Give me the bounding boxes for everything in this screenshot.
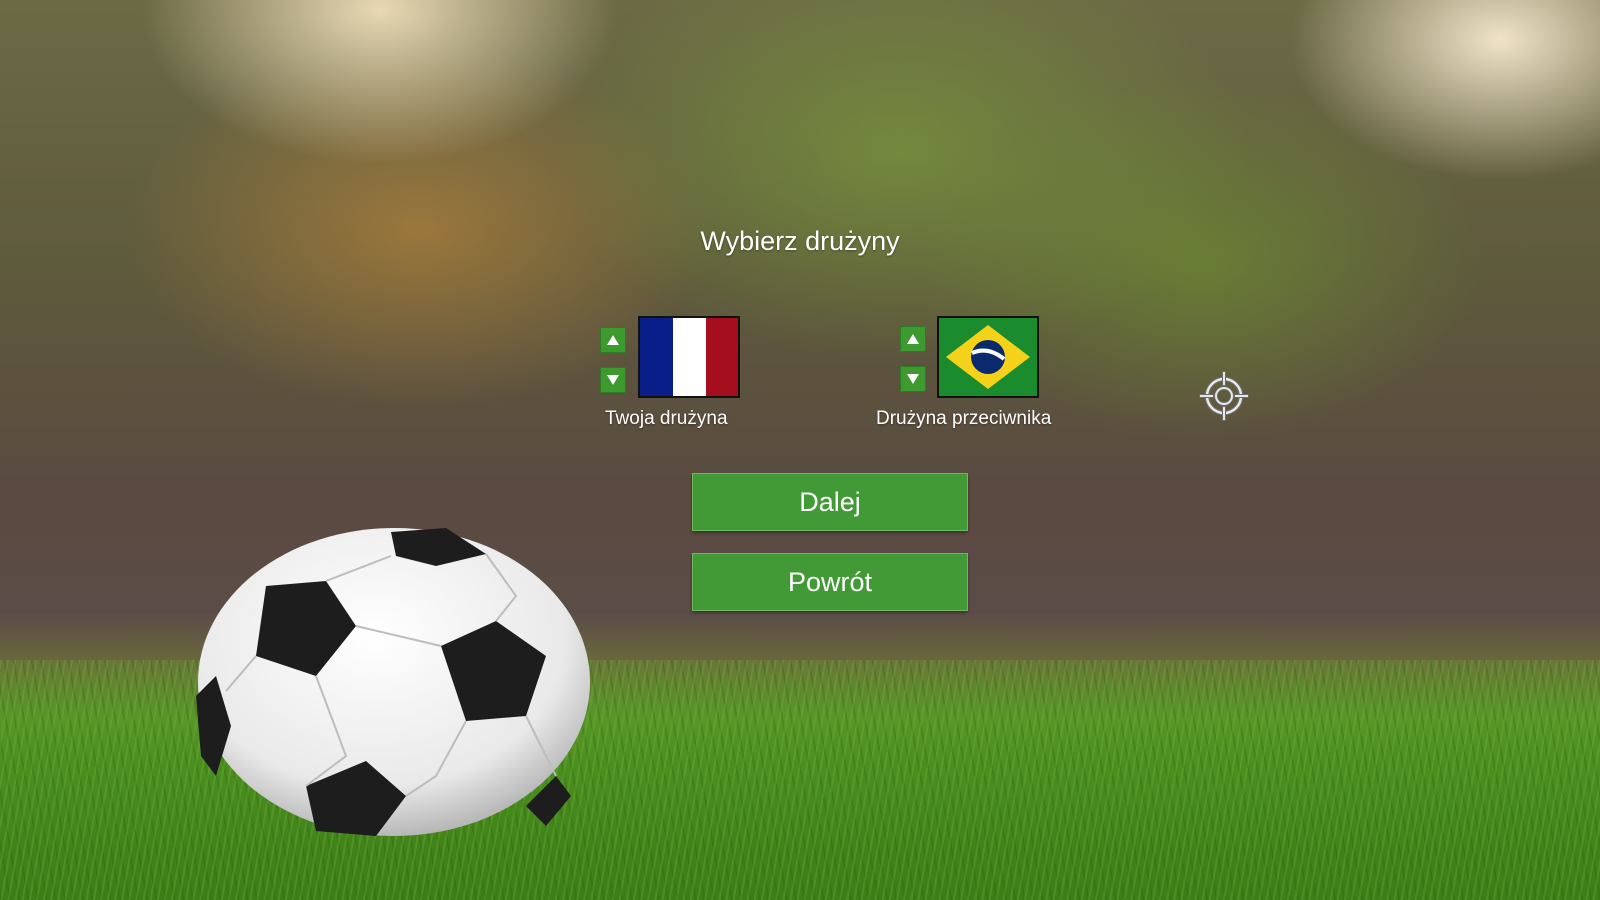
opponent-team-up-button[interactable] [900, 326, 926, 352]
opponent-team-down-button[interactable] [900, 366, 926, 392]
opponent-team-label: Drużyna przeciwnika [876, 408, 1052, 429]
page-title: Wybierz drużyny [700, 226, 900, 256]
triangle-up-icon [607, 335, 619, 345]
brazil-flag [937, 316, 1039, 398]
triangle-down-icon [607, 375, 619, 385]
triangle-up-icon [907, 334, 919, 344]
triangle-down-icon [907, 374, 919, 384]
next-button[interactable]: Dalej [692, 473, 968, 531]
france-flag [638, 316, 740, 398]
crosshair-icon [1199, 371, 1249, 421]
back-button[interactable]: Powrót [692, 553, 968, 611]
player-team-down-button[interactable] [600, 367, 626, 393]
player-team-label: Twoja drużyna [605, 408, 728, 429]
player-team-up-button[interactable] [600, 327, 626, 353]
soccer-ball-image [196, 528, 590, 836]
